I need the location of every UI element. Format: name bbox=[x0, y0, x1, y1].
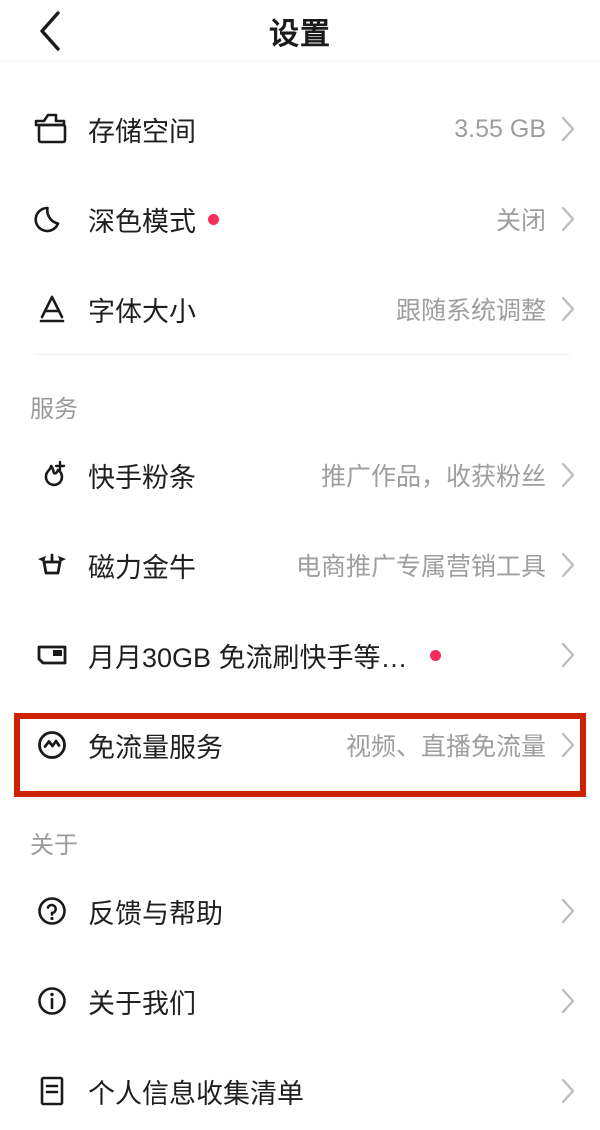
section-title-about: 关于 bbox=[30, 832, 78, 859]
settings-row-free-data[interactable]: 免流量服务 视频、直播免流量 bbox=[0, 700, 600, 790]
settings-row-label: 存储空间 bbox=[88, 116, 196, 147]
settings-row-value: 推广作品，收获粉丝 bbox=[320, 463, 546, 491]
chevron-right-icon bbox=[558, 461, 578, 489]
flame-plus-icon bbox=[30, 453, 74, 497]
settings-row-label: 月月30GB 免流刷快手等百款... bbox=[88, 642, 418, 673]
new-badge-dot bbox=[208, 213, 219, 225]
settings-screen: 设置 存储空间 3.55 GB 深色模式 关闭 字体大小 跟随系统调整 服务 快… bbox=[0, 0, 600, 1130]
question-circle-icon bbox=[30, 889, 74, 933]
settings-row-value: 关闭 bbox=[495, 207, 546, 235]
settings-row-magnet-ox[interactable]: 磁力金牛 电商推广专属营销工具 bbox=[0, 520, 600, 610]
settings-row-dark-mode[interactable]: 深色模式 关闭 bbox=[0, 174, 600, 264]
settings-row-label: 个人信息收集清单 bbox=[88, 1078, 304, 1109]
settings-row-label: 磁力金牛 bbox=[88, 552, 196, 583]
settings-row-value: 电商推广专属营销工具 bbox=[295, 553, 546, 581]
chevron-right-icon bbox=[558, 987, 578, 1015]
chevron-right-icon bbox=[558, 295, 578, 323]
settings-row-privacy[interactable]: 个人信息收集清单 bbox=[0, 1046, 600, 1130]
settings-row-label: 深色模式 bbox=[88, 206, 196, 237]
settings-row-value: 视频、直播免流量 bbox=[345, 733, 546, 761]
settings-row-label: 字体大小 bbox=[88, 296, 196, 327]
settings-row-label: 免流量服务 bbox=[88, 732, 223, 763]
settings-row-fans-top[interactable]: 快手粉条 推广作品，收获粉丝 bbox=[0, 430, 600, 520]
settings-row-storage[interactable]: 存储空间 3.55 GB bbox=[0, 84, 600, 174]
page-title: 设置 bbox=[269, 18, 331, 51]
circle-wave-icon bbox=[30, 723, 74, 767]
chevron-right-icon bbox=[558, 1077, 578, 1105]
settings-row-label: 关于我们 bbox=[88, 988, 196, 1019]
ox-head-icon bbox=[30, 543, 74, 587]
info-circle-icon bbox=[30, 979, 74, 1023]
chevron-right-icon bbox=[558, 731, 578, 759]
chevron-right-icon bbox=[558, 551, 578, 579]
document-list-icon bbox=[30, 1069, 74, 1113]
new-badge-dot bbox=[430, 649, 441, 661]
chevron-right-icon bbox=[558, 115, 578, 143]
chevron-right-icon bbox=[558, 205, 578, 233]
top-gap bbox=[0, 62, 600, 84]
settings-row-font-size[interactable]: 字体大小 跟随系统调整 bbox=[0, 264, 600, 354]
sim-card-icon bbox=[30, 633, 74, 677]
settings-row-label: 快手粉条 bbox=[88, 462, 196, 493]
settings-row-about-us[interactable]: 关于我们 bbox=[0, 956, 600, 1046]
font-size-a-icon bbox=[30, 287, 74, 331]
settings-row-value: 跟随系统调整 bbox=[395, 297, 546, 325]
moon-icon bbox=[30, 197, 74, 241]
settings-row-label: 反馈与帮助 bbox=[88, 898, 223, 929]
chevron-right-icon bbox=[558, 641, 578, 669]
settings-list: 存储空间 3.55 GB 深色模式 关闭 字体大小 跟随系统调整 服务 快手粉条… bbox=[0, 62, 600, 1130]
settings-row-feedback[interactable]: 反馈与帮助 bbox=[0, 866, 600, 956]
settings-row-value: 3.55 GB bbox=[454, 114, 546, 143]
section-title-service: 服务 bbox=[30, 396, 78, 423]
page-header: 设置 bbox=[0, 0, 600, 62]
settings-row-data-plan[interactable]: 月月30GB 免流刷快手等百款... bbox=[0, 610, 600, 700]
storage-bucket-icon bbox=[30, 107, 74, 151]
chevron-right-icon bbox=[558, 897, 578, 925]
